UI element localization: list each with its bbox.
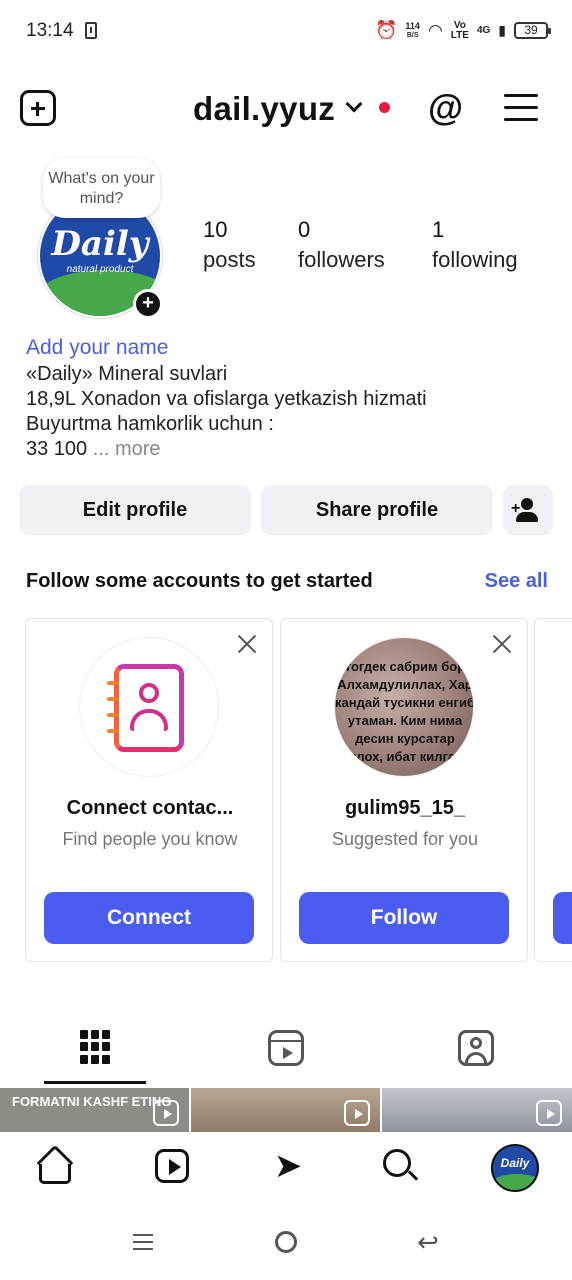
stat-following[interactable]: 1 following: [432, 215, 572, 275]
menu-icon[interactable]: [504, 94, 538, 122]
content-tabs: [0, 1020, 572, 1084]
tagged-icon: [458, 1030, 494, 1066]
profile-nav-avatar[interactable]: Daily: [491, 1144, 539, 1192]
tab-tagged[interactable]: [380, 1020, 570, 1084]
network-speed: 114 B/S: [405, 20, 420, 39]
search-icon[interactable]: [380, 1146, 424, 1190]
reel-icon: [153, 1100, 179, 1126]
contacts-book-icon: [107, 664, 184, 752]
card-name: Connect contac...: [66, 797, 234, 819]
connect-button[interactable]: Connect: [44, 892, 254, 944]
discover-people-button[interactable]: +: [503, 485, 553, 535]
tab-reels[interactable]: [190, 1020, 380, 1084]
contacts-avatar: [79, 637, 219, 777]
bio-line: «Daily» Mineral suvlari: [26, 363, 228, 385]
suggestion-card-partial[interactable]: [534, 618, 572, 962]
close-icon[interactable]: [491, 633, 513, 655]
status-right: ⏰ 114 B/S ◠ Vo LTE 4G ▮ 39: [374, 19, 551, 41]
home-icon[interactable]: [36, 1144, 80, 1190]
add-name-link[interactable]: Add your name: [26, 334, 556, 362]
follow-button[interactable]: Follow: [299, 892, 509, 944]
follow-button-partial[interactable]: [553, 892, 572, 944]
avatar-logo-text: Daily: [51, 224, 149, 264]
share-profile-button[interactable]: Share profile: [261, 485, 493, 535]
bio-line: Buyurtma hamkorlik uchun :: [26, 413, 274, 435]
more-link[interactable]: ... more: [93, 438, 161, 460]
system-navigation: ↩: [0, 1206, 572, 1280]
signal-icon: ▮: [498, 22, 506, 38]
profile-actions: Edit profile Share profile +: [19, 485, 553, 535]
reel-icon: [344, 1100, 370, 1126]
stat-followers[interactable]: 0 followers: [298, 215, 438, 275]
edit-profile-button[interactable]: Edit profile: [19, 485, 251, 535]
bio-line: 18,9L Xonadon va ofislarga yetkazish hiz…: [26, 388, 427, 410]
avatar-image-text: тогдек сабрим бор Алхамдулиллах, Хар кан…: [335, 638, 473, 776]
avatar-logo-subtext: natural product: [66, 264, 134, 275]
notification-dot: [379, 102, 390, 113]
suggestions-title: Follow some accounts to get started: [26, 570, 373, 592]
thumbnail-text: FORMATNI KASHF ETING: [12, 1094, 172, 1109]
active-tab-indicator: [44, 1081, 146, 1084]
add-story-icon[interactable]: +: [133, 289, 163, 319]
suggestion-card-contacts[interactable]: Connect contac... Find people you know C…: [25, 618, 273, 962]
wifi-icon: ◠: [427, 20, 443, 40]
suggestion-card-user[interactable]: тогдек сабрим бор Алхамдулиллах, Хар кан…: [280, 618, 528, 962]
status-bar: 13:14 ⏰ 114 B/S ◠ Vo LTE 4G ▮ 39: [0, 0, 572, 64]
close-icon[interactable]: [236, 633, 258, 655]
note-bubble[interactable]: What's on your mind?: [43, 158, 160, 218]
status-time: 13:14: [26, 20, 74, 41]
posts-grid: FORMATNI KASHF ETING: [0, 1088, 572, 1132]
network-type: 4G: [476, 24, 491, 36]
back-icon[interactable]: ↩: [416, 1229, 440, 1255]
username-title[interactable]: dail.yyuz: [193, 90, 335, 128]
grid-icon: [80, 1030, 110, 1064]
reel-icon: [536, 1100, 562, 1126]
battery-icon: 39: [514, 22, 551, 39]
card-subtitle: Suggested for you: [331, 829, 479, 849]
tab-posts[interactable]: [0, 1020, 190, 1084]
profile-header: dail.yyuz @: [0, 80, 572, 140]
home-button-icon[interactable]: [275, 1231, 297, 1253]
reels-nav-icon[interactable]: [152, 1146, 196, 1190]
reels-icon: [268, 1030, 304, 1066]
see-all-link[interactable]: See all: [485, 570, 548, 593]
bottom-navigation: ➤ Daily: [0, 1132, 572, 1206]
suggestions-header: Follow some accounts to get started See …: [26, 570, 548, 600]
post-thumbnail[interactable]: FORMATNI KASHF ETING: [0, 1088, 189, 1132]
bio-line: 33 100 ... more: [26, 438, 161, 460]
profile-bio: Add your name «Daily» Mineral suvlari 18…: [26, 334, 556, 462]
alarm-icon: ⏰: [374, 20, 398, 40]
download-icon: [85, 22, 97, 39]
recents-icon[interactable]: [133, 1232, 153, 1252]
post-thumbnail[interactable]: [382, 1088, 572, 1132]
volte-indicator: Vo LTE: [450, 19, 469, 41]
send-icon[interactable]: ➤: [266, 1146, 310, 1190]
user-avatar[interactable]: тогдек сабрим бор Алхамдулиллах, Хар кан…: [334, 637, 474, 777]
chevron-down-icon[interactable]: [345, 95, 363, 113]
create-post-icon[interactable]: [20, 90, 56, 126]
post-thumbnail[interactable]: [191, 1088, 380, 1132]
card-name[interactable]: gulim95_15_: [291, 797, 519, 820]
card-subtitle: Find people you know: [62, 829, 238, 849]
threads-icon[interactable]: @: [428, 90, 463, 126]
